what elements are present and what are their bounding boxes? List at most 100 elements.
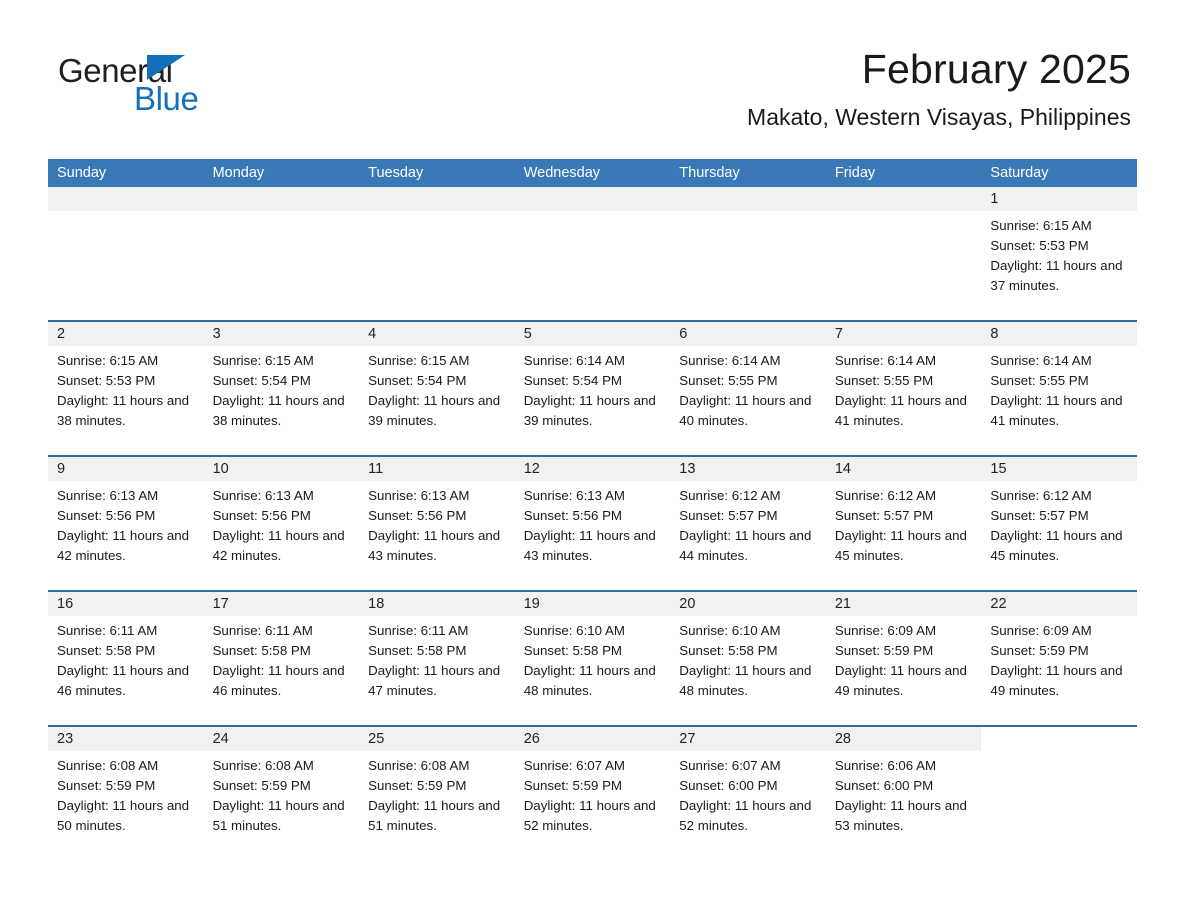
sunset-text: Sunset: 5:59 PM <box>57 778 156 793</box>
day-number-band: 18 <box>359 592 515 616</box>
day-number: 21 <box>834 596 851 612</box>
calendar-day-cell[interactable]: 16 Sunrise: 6:11 AM Sunset: 5:58 PM Dayligh… <box>48 592 204 725</box>
sunset-text: Sunset: 5:54 PM <box>212 373 311 388</box>
calendar-day-cell[interactable]: 12 Sunrise: 6:13 AM Sunset: 5:56 PM Dayligh… <box>514 457 671 590</box>
day-number: 26 <box>523 731 540 747</box>
day-number: 17 <box>212 596 229 612</box>
day-number: 4 <box>368 326 377 342</box>
sunset-text: Sunset: 5:58 PM <box>368 643 467 658</box>
calendar-day-cell[interactable]: 3 Sunrise: 6:15 AM Sunset: 5:54 PM Daylight… <box>203 322 360 455</box>
sunrise-text: Sunrise: 6:11 AM <box>212 623 313 638</box>
sunrise-text: Sunrise: 6:15 AM <box>57 353 159 368</box>
calendar-day-cell[interactable]: 1 Sunrise: 6:15 AM Sunset: 5:53 PM Daylight… <box>981 187 1137 320</box>
day-number-band: 4 <box>359 322 515 346</box>
day-number: 10 <box>212 461 229 477</box>
calendar-day-cell[interactable]: 10 Sunrise: 6:13 AM Sunset: 5:56 PM Dayligh… <box>203 457 360 590</box>
day-number: 16 <box>57 596 74 612</box>
calendar-day-cell[interactable]: 6 Sunrise: 6:14 AM Sunset: 5:55 PM Daylight… <box>670 322 826 455</box>
calendar-day-cell[interactable]: 24 Sunrise: 6:08 AM Sunset: 5:59 PM Dayligh… <box>203 727 360 860</box>
sunset-text: Sunset: 5:56 PM <box>368 508 467 523</box>
general-blue-logo[interactable]: General Blue <box>58 46 208 116</box>
daylight-text: Daylight: 11 hours and 49 minutes. <box>834 663 967 698</box>
day-number-band <box>825 187 982 211</box>
calendar-day-cell[interactable]: 18 Sunrise: 6:11 AM Sunset: 5:58 PM Dayligh… <box>359 592 515 725</box>
day-number: 27 <box>679 731 696 747</box>
calendar-day-cell[interactable]: 21 Sunrise: 6:09 AM Sunset: 5:59 PM Dayligh… <box>825 592 982 725</box>
day-details: Sunrise: 6:11 AM Sunset: 5:58 PM Daylight:… <box>359 616 515 701</box>
day-number-band: 14 <box>825 457 982 481</box>
sunrise-text: Sunrise: 6:10 AM <box>523 623 625 638</box>
day-details: Sunrise: 6:14 AM Sunset: 5:54 PM Daylight:… <box>515 346 671 431</box>
calendar-day-cell[interactable]: 4 Sunrise: 6:15 AM Sunset: 5:54 PM Daylight… <box>359 322 515 455</box>
day-number: 11 <box>368 461 384 477</box>
daylight-text: Daylight: 11 hours and 42 minutes. <box>212 528 345 563</box>
calendar-day-cell[interactable]: 20 Sunrise: 6:10 AM Sunset: 5:58 PM Dayligh… <box>670 592 826 725</box>
day-number-band: 15 <box>981 457 1137 481</box>
daylight-text: Daylight: 11 hours and 51 minutes. <box>212 798 345 833</box>
calendar-day-cell[interactable]: 25 Sunrise: 6:08 AM Sunset: 5:59 PM Dayligh… <box>359 727 515 860</box>
daylight-text: Daylight: 11 hours and 53 minutes. <box>834 798 967 833</box>
sunset-text: Sunset: 5:56 PM <box>523 508 623 523</box>
calendar-day-cell[interactable]: 7 Sunrise: 6:14 AM Sunset: 5:55 PM Daylight… <box>825 322 982 455</box>
calendar-day-cell[interactable]: 14 Sunrise: 6:12 AM Sunset: 5:57 PM Dayligh… <box>825 457 982 590</box>
page-header: General Blue February 2025 Makato, Weste… <box>0 0 1188 129</box>
sunset-text: Sunset: 5:58 PM <box>57 643 156 658</box>
daylight-text: Daylight: 11 hours and 45 minutes. <box>990 528 1123 563</box>
day-number: 19 <box>523 596 540 612</box>
day-number-band: 3 <box>203 322 360 346</box>
location-subtitle: Makato, Western Visayas, Philippines <box>747 104 1131 131</box>
calendar-day-cell[interactable]: 23 Sunrise: 6:08 AM Sunset: 5:59 PM Dayligh… <box>48 727 204 860</box>
day-number-band: 9 <box>48 457 204 481</box>
calendar-day-cell[interactable]: 2 Sunrise: 6:15 AM Sunset: 5:53 PM Daylight… <box>48 322 204 455</box>
calendar-day-cell[interactable]: 28 Sunrise: 6:06 AM Sunset: 6:00 PM Dayligh… <box>825 727 982 860</box>
calendar-day-cell[interactable]: 11 Sunrise: 6:13 AM Sunset: 5:56 PM Dayligh… <box>359 457 515 590</box>
day-details: Sunrise: 6:13 AM Sunset: 5:56 PM Daylight:… <box>515 481 671 566</box>
calendar-day-cell[interactable]: 26 Sunrise: 6:07 AM Sunset: 5:59 PM Dayligh… <box>514 727 671 860</box>
sunrise-text: Sunrise: 6:13 AM <box>523 488 625 503</box>
day-number-band: 8 <box>981 322 1137 346</box>
sunrise-text: Sunrise: 6:14 AM <box>990 353 1092 368</box>
calendar-day-cell[interactable]: 5 Sunrise: 6:14 AM Sunset: 5:54 PM Daylight… <box>514 322 671 455</box>
day-number: 28 <box>834 731 851 747</box>
sunrise-text: Sunrise: 6:12 AM <box>990 488 1092 503</box>
calendar-week-row: 23 Sunrise: 6:08 AM Sunset: 5:59 PM Dayligh… <box>48 725 1137 860</box>
day-details: Sunrise: 6:07 AM Sunset: 6:00 PM Daylight:… <box>670 751 826 836</box>
sunrise-text: Sunrise: 6:09 AM <box>990 623 1092 638</box>
calendar-day-cell[interactable]: 9 Sunrise: 6:13 AM Sunset: 5:56 PM Daylight… <box>48 457 204 590</box>
calendar-day-cell[interactable]: 22 Sunrise: 6:09 AM Sunset: 5:59 PM Dayligh… <box>981 592 1137 725</box>
day-details: Sunrise: 6:11 AM Sunset: 5:58 PM Daylight:… <box>48 616 204 701</box>
day-details: Sunrise: 6:10 AM Sunset: 5:58 PM Daylight:… <box>670 616 826 701</box>
daylight-text: Daylight: 11 hours and 49 minutes. <box>990 663 1123 698</box>
day-details: Sunrise: 6:13 AM Sunset: 5:56 PM Daylight:… <box>204 481 360 566</box>
daylight-text: Daylight: 11 hours and 43 minutes. <box>368 528 501 563</box>
sunset-text: Sunset: 6:00 PM <box>679 778 778 793</box>
sunset-text: Sunset: 5:56 PM <box>57 508 156 523</box>
day-number-band: 25 <box>359 727 515 751</box>
sunrise-text: Sunrise: 6:13 AM <box>212 488 314 503</box>
day-number-band: 12 <box>514 457 671 481</box>
calendar-day-cell[interactable]: 15 Sunrise: 6:12 AM Sunset: 5:57 PM Dayligh… <box>981 457 1137 590</box>
day-details: Sunrise: 6:15 AM Sunset: 5:53 PM Daylight:… <box>981 211 1137 296</box>
daylight-text: Daylight: 11 hours and 46 minutes. <box>57 663 190 698</box>
day-number: 14 <box>834 461 851 477</box>
logo-triangle-icon <box>147 55 185 80</box>
weekday-header-monday: Monday <box>212 165 265 181</box>
day-number: 3 <box>212 326 221 342</box>
calendar-day-cell[interactable]: 27 Sunrise: 6:07 AM Sunset: 6:00 PM Dayligh… <box>670 727 826 860</box>
day-details: Sunrise: 6:08 AM Sunset: 5:59 PM Daylight:… <box>359 751 515 836</box>
calendar-day-cell[interactable]: 13 Sunrise: 6:12 AM Sunset: 5:57 PM Dayligh… <box>670 457 826 590</box>
calendar-day-cell[interactable]: 19 Sunrise: 6:10 AM Sunset: 5:58 PM Dayligh… <box>514 592 671 725</box>
daylight-text: Daylight: 11 hours and 42 minutes. <box>57 528 190 563</box>
sunset-text: Sunset: 5:59 PM <box>834 643 934 658</box>
sunset-text: Sunset: 5:59 PM <box>990 643 1089 658</box>
calendar-day-cell[interactable]: 8 Sunrise: 6:14 AM Sunset: 5:55 PM Daylight… <box>981 322 1137 455</box>
day-number-band: 22 <box>981 592 1137 616</box>
calendar-day-cell-empty <box>825 187 982 320</box>
weekday-header-tuesday: Tuesday <box>368 165 424 181</box>
sunrise-text: Sunrise: 6:08 AM <box>368 758 470 773</box>
calendar-week-row: 9 Sunrise: 6:13 AM Sunset: 5:56 PM Daylight… <box>48 455 1137 590</box>
sunset-text: Sunset: 5:58 PM <box>679 643 778 658</box>
sunset-text: Sunset: 5:55 PM <box>834 373 934 388</box>
calendar-day-cell[interactable]: 17 Sunrise: 6:11 AM Sunset: 5:58 PM Dayligh… <box>203 592 360 725</box>
daylight-text: Daylight: 11 hours and 37 minutes. <box>990 258 1123 293</box>
